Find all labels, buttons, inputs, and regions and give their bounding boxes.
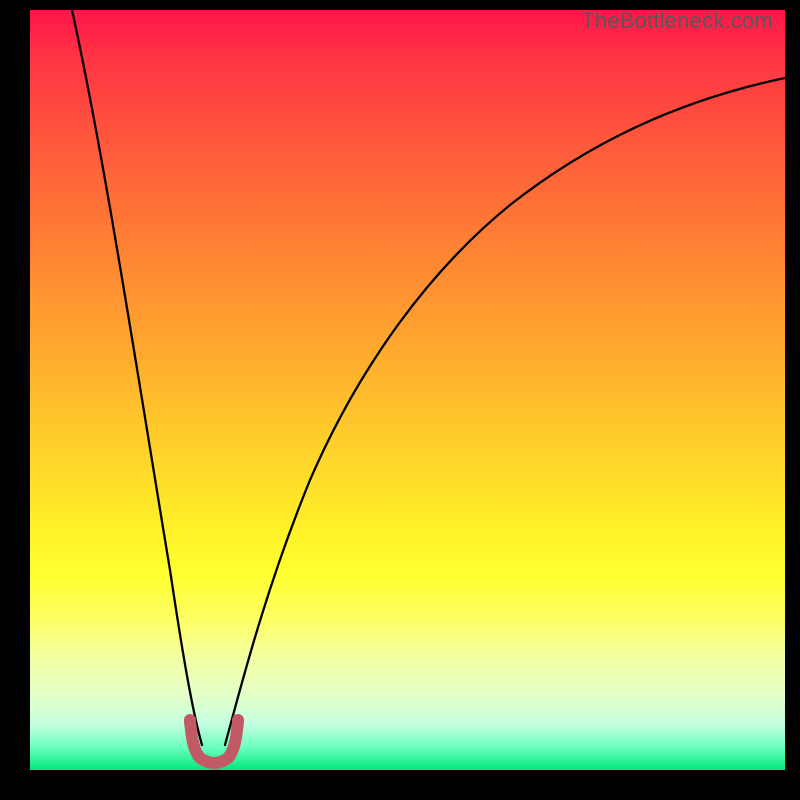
marker-dot-right: [232, 714, 244, 726]
curve-right-limb: [225, 78, 785, 745]
chart-frame: TheBottleneck.com: [0, 0, 800, 800]
marker-dot-left: [184, 714, 196, 726]
curve-svg: [30, 10, 785, 770]
plot-area: TheBottleneck.com: [30, 10, 785, 770]
curve-left-limb: [72, 10, 202, 745]
